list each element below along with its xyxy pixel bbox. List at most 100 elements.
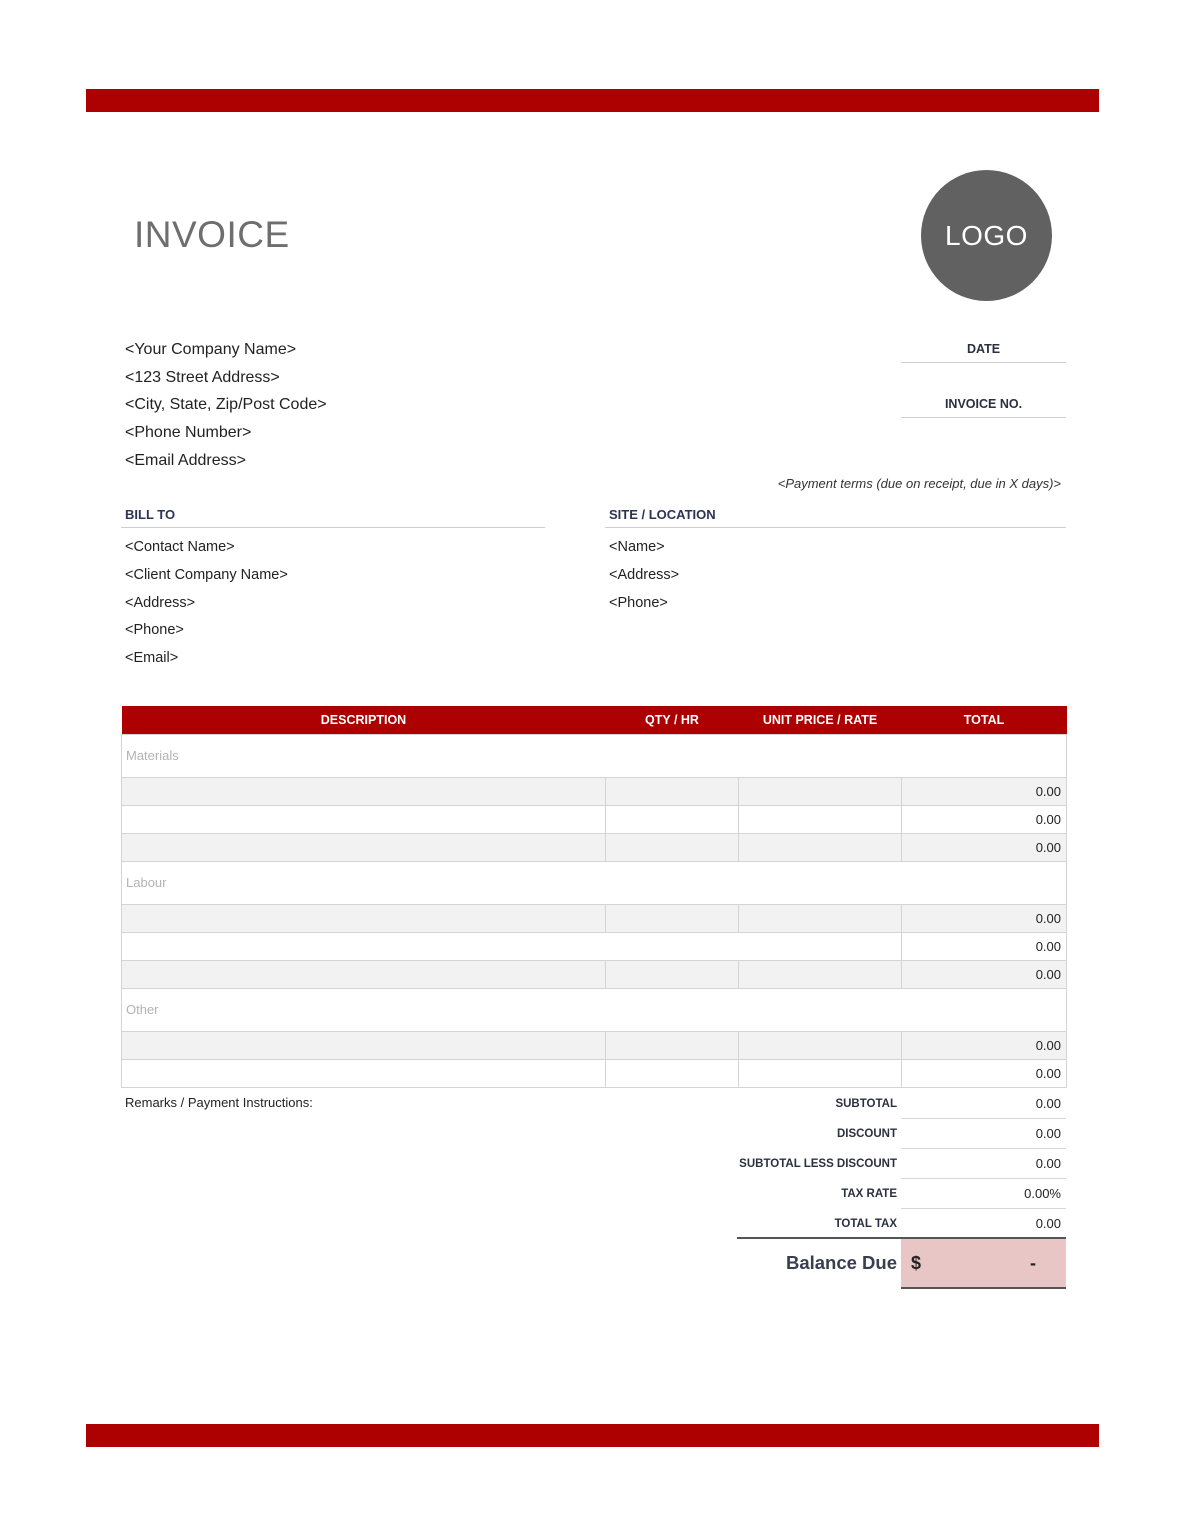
total-cell: 0.00 <box>901 959 1067 989</box>
total-cell: 0.00 <box>901 1030 1067 1060</box>
qty-cell[interactable] <box>605 804 739 834</box>
rate-cell[interactable] <box>738 776 902 806</box>
rate-cell[interactable] <box>738 903 902 933</box>
logo-text: LOGO <box>945 219 1028 251</box>
section-label: Materials <box>121 733 1067 778</box>
discount-row: DISCOUNT 0.00 <box>737 1119 1066 1149</box>
description-cell[interactable] <box>121 776 606 806</box>
total-cell: 0.00 <box>901 776 1067 806</box>
bill-to-company-name[interactable]: <Client Company Name> <box>125 565 288 593</box>
section-row-labour: Labour <box>121 860 1067 905</box>
header-unit-price: UNIT PRICE / RATE <box>738 706 902 734</box>
description-cell[interactable] <box>121 959 606 989</box>
currency-symbol: $ <box>911 1253 922 1273</box>
invoice-number-field[interactable]: INVOICE NO. <box>901 397 1066 418</box>
total-tax-value: 0.00 <box>1035 1216 1061 1231</box>
bottom-accent-bar <box>86 1424 1099 1447</box>
table-header-row: DESCRIPTION QTY / HR UNIT PRICE / RATE T… <box>121 706 1067 734</box>
site-info: <Name> <Address> <Phone> <box>609 537 679 620</box>
qty-cell[interactable] <box>605 832 739 862</box>
total-cell: 0.00 <box>901 832 1067 862</box>
tax-rate-value[interactable]: 0.00% <box>901 1179 1066 1209</box>
subtotal-value: 0.00 <box>901 1089 1066 1119</box>
description-cell[interactable] <box>121 1030 606 1060</box>
balance-due-value-box: $ - <box>901 1239 1066 1289</box>
balance-due-row: Balance Due $ - <box>737 1237 1066 1289</box>
site-phone[interactable]: <Phone> <box>609 593 679 621</box>
bill-to-info: <Contact Name> <Client Company Name> <Ad… <box>125 537 288 676</box>
company-info: <Your Company Name> <123 Street Address>… <box>125 340 327 478</box>
bill-to-heading: BILL TO <box>121 507 545 528</box>
total-tax-label: TOTAL TAX <box>834 1218 897 1230</box>
date-label: DATE <box>966 342 1001 356</box>
site-location-heading: SITE / LOCATION <box>605 507 1066 528</box>
company-city[interactable]: <City, State, Zip/Post Code> <box>125 395 327 423</box>
section-row-other: Other <box>121 987 1067 1032</box>
section-label: Labour <box>121 860 1067 905</box>
line-items-table: DESCRIPTION QTY / HR UNIT PRICE / RATE T… <box>121 706 1067 1088</box>
bill-to-address[interactable]: <Address> <box>125 593 288 621</box>
company-phone[interactable]: <Phone Number> <box>125 423 327 451</box>
qty-cell[interactable] <box>605 1058 739 1088</box>
table-row: 0.00 <box>121 832 1067 862</box>
rate-cell[interactable] <box>738 804 902 834</box>
section-row-materials: Materials <box>121 733 1067 778</box>
table-row: 0.00 <box>121 804 1067 834</box>
qty-cell[interactable] <box>605 776 739 806</box>
site-address[interactable]: <Address> <box>609 565 679 593</box>
rate-cell[interactable] <box>738 959 902 989</box>
total-tax-row: TOTAL TAX 0.00 <box>737 1209 1066 1239</box>
table-row: 0.00 <box>121 1058 1067 1088</box>
date-field[interactable]: DATE <box>901 342 1066 363</box>
description-cell[interactable] <box>121 832 606 862</box>
total-cell: 0.00 <box>901 931 1067 961</box>
description-cell[interactable] <box>121 903 606 933</box>
totals-block: SUBTOTAL 0.00 DISCOUNT 0.00 SUBTOTAL LES… <box>737 1089 1066 1239</box>
qty-cell[interactable] <box>605 1030 739 1060</box>
balance-due-amount: - <box>1030 1253 1036 1273</box>
balance-due-label: Balance Due <box>785 1252 897 1273</box>
total-cell: 0.00 <box>901 1058 1067 1088</box>
section-label: Other <box>121 987 1067 1032</box>
header-description: DESCRIPTION <box>121 706 606 734</box>
table-row: 0.00 <box>121 931 1067 961</box>
description-cell[interactable] <box>121 1058 606 1088</box>
total-cell: 0.00 <box>901 804 1067 834</box>
table-row: 0.00 <box>121 1030 1067 1060</box>
top-accent-bar <box>86 89 1099 112</box>
tax-rate-row: TAX RATE 0.00% <box>737 1179 1066 1209</box>
bill-to-contact-name[interactable]: <Contact Name> <box>125 537 288 565</box>
subtotal-label: SUBTOTAL <box>835 1098 897 1110</box>
invoice-title: INVOICE <box>134 214 290 255</box>
description-cell[interactable] <box>121 804 606 834</box>
discount-label: DISCOUNT <box>836 1128 897 1140</box>
company-street[interactable]: <123 Street Address> <box>125 368 327 396</box>
qty-cell[interactable] <box>605 903 739 933</box>
discount-value[interactable]: 0.00 <box>901 1119 1066 1149</box>
subtotal-less-discount-row: SUBTOTAL LESS DISCOUNT 0.00 <box>737 1149 1066 1179</box>
invoice-number-label: INVOICE NO. <box>944 397 1023 411</box>
company-name[interactable]: <Your Company Name> <box>125 340 327 368</box>
bill-to-email[interactable]: <Email> <box>125 648 288 676</box>
rate-cell[interactable] <box>738 1030 902 1060</box>
description-cell[interactable] <box>121 931 902 961</box>
total-cell: 0.00 <box>901 903 1067 933</box>
rate-cell[interactable] <box>738 832 902 862</box>
header-total: TOTAL <box>901 706 1067 734</box>
rate-cell[interactable] <box>738 1058 902 1088</box>
subtotal-row: SUBTOTAL 0.00 <box>737 1089 1066 1119</box>
table-row: 0.00 <box>121 959 1067 989</box>
header-qty: QTY / HR <box>605 706 739 734</box>
bill-to-phone[interactable]: <Phone> <box>125 620 288 648</box>
subtotal-less-discount-value: 0.00 <box>901 1149 1066 1179</box>
site-name[interactable]: <Name> <box>609 537 679 565</box>
company-email[interactable]: <Email Address> <box>125 451 327 479</box>
table-row: 0.00 <box>121 776 1067 806</box>
qty-cell[interactable] <box>605 959 739 989</box>
subtotal-less-discount-label: SUBTOTAL LESS DISCOUNT <box>739 1158 897 1170</box>
logo-placeholder: LOGO <box>921 170 1052 301</box>
tax-rate-label: TAX RATE <box>841 1188 897 1200</box>
table-row: 0.00 <box>121 903 1067 933</box>
remarks-label[interactable]: Remarks / Payment Instructions: <box>125 1095 313 1110</box>
payment-terms[interactable]: <Payment terms (due on receipt, due in X… <box>778 476 1061 491</box>
